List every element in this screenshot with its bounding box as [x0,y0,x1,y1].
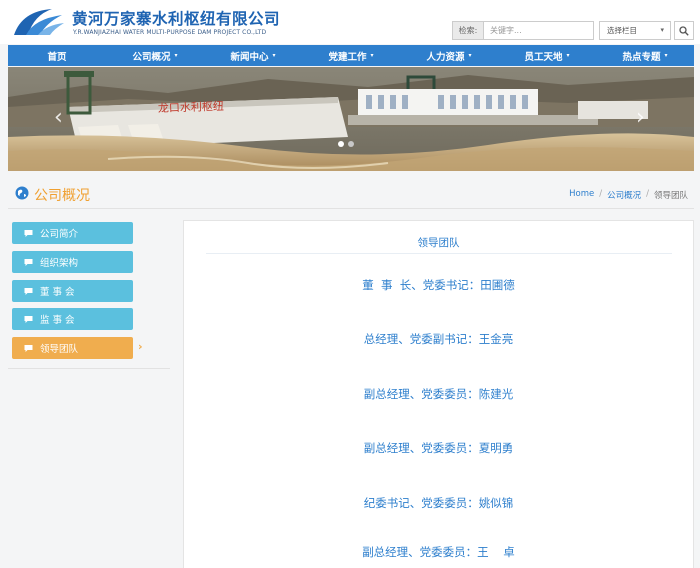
main-nav: 首页 公司概况 ▾ 新闻中心 ▾ 党建工作 ▾ 人力资源 ▾ 员工天地 ▾ 热点专题 ▾ [8,45,694,66]
content-divider [206,253,672,254]
banner-prev-arrow[interactable]: ‹ [54,105,63,130]
section-divider [8,208,694,209]
search-box: 检索: [452,21,594,40]
nav-item-topics[interactable]: 热点专题 ▾ [596,45,694,66]
banner-pager [338,141,354,147]
sidebar-item-profile[interactable]: 公司简介 [12,222,133,244]
breadcrumb-separator: / [646,189,649,199]
content-panel: 领导团队 董 事 长、党委书记：田圃德 总经理、党委副书记：王金亮 副总经理、党… [183,220,694,568]
comment-icon [24,229,33,237]
banner-dot[interactable] [338,141,344,147]
search-button[interactable] [674,21,694,40]
search-label: 检索: [452,21,483,40]
sidebar-item-board[interactable]: 董 事 会 [12,280,133,302]
nav-item-home[interactable]: 首页 [8,45,106,66]
chevron-right-icon: › [138,340,143,353]
chevron-down-icon: ▾ [174,52,178,59]
sidebar-item-label: 领导团队 [40,344,79,355]
comment-icon [24,344,33,352]
search-icon [679,25,689,36]
breadcrumb-current: 领导团队 [653,191,688,201]
leader-entry: 董 事 长、党委书记：田圃德 [362,278,515,292]
breadcrumb: Home / 公司概况 / 领导团队 [569,189,688,201]
sidebar-divider [8,368,170,369]
column-select-value: 选择栏目 [607,26,637,35]
company-logo[interactable] [12,5,66,39]
nav-item-party[interactable]: 党建工作 ▾ [302,45,400,66]
leader-entry: 副总经理、党委委员：夏明勇 [363,441,514,455]
chevron-down-icon: ▾ [370,52,374,59]
column-select[interactable]: 选择栏目 ▾ [599,21,671,40]
chevron-down-icon: ▾ [468,52,472,59]
content-title: 领导团队 [417,237,460,249]
banner-dot[interactable] [348,141,354,147]
sidebar-item-leadership[interactable]: 领导团队 [12,337,133,359]
site-header: 黄河万家寨水利枢纽有限公司 Y.R.WANJIAZHAI WATER MULTI… [0,0,700,44]
nav-item-company[interactable]: 公司概况 ▾ [106,45,204,66]
brand-name-en: Y.R.WANJIAZHAI WATER MULTI-PURPOSE DAM P… [73,29,267,36]
chevron-down-icon: ▾ [660,26,664,34]
breadcrumb-company[interactable]: 公司概况 [607,189,641,201]
brand-name-cn: 黄河万家寨水利枢纽有限公司 [72,10,281,28]
sidebar-item-label: 公司简介 [40,229,79,240]
hero-banner: 龙口水利枢纽 ‹ › [8,67,694,171]
search-input[interactable] [483,21,594,40]
leader-entry: 纪委书记、党委委员：姚似锦 [363,496,514,510]
sidebar-item-label: 组织架构 [40,258,79,269]
globe-icon [15,186,29,200]
sidebar-item-structure[interactable]: 组织架构 [12,251,133,273]
leader-entry: 总经理、党委副书记：王金亮 [363,332,514,346]
leader-entry: 副总经理、党委委员：陈建光 [363,387,514,401]
breadcrumb-home[interactable]: Home [569,189,594,201]
sidebar-item-label: 监 事 会 [40,315,75,326]
sidebar-item-supervisors[interactable]: 监 事 会 [12,308,133,330]
dam-photo: 龙口水利枢纽 [8,67,694,171]
nav-item-staff[interactable]: 员工天地 ▾ [498,45,596,66]
comment-icon [24,315,33,323]
breadcrumb-separator: / [599,189,603,199]
nav-item-news[interactable]: 新闻中心 ▾ [204,45,302,66]
chevron-down-icon: ▾ [566,52,570,59]
chevron-down-icon: ▾ [272,52,276,59]
sidebar-item-label: 董 事 会 [40,287,75,298]
comment-icon [24,258,33,266]
comment-icon [24,287,33,295]
nav-item-hr[interactable]: 人力资源 ▾ [400,45,498,66]
chevron-down-icon: ▾ [664,52,668,59]
dam-sign-text: 龙口水利枢纽 [158,99,224,115]
section-title: 公司概况 [34,188,90,204]
banner-next-arrow[interactable]: › [636,105,645,130]
leader-entry: 副总经理、党委委员：王 卓 [362,545,515,559]
